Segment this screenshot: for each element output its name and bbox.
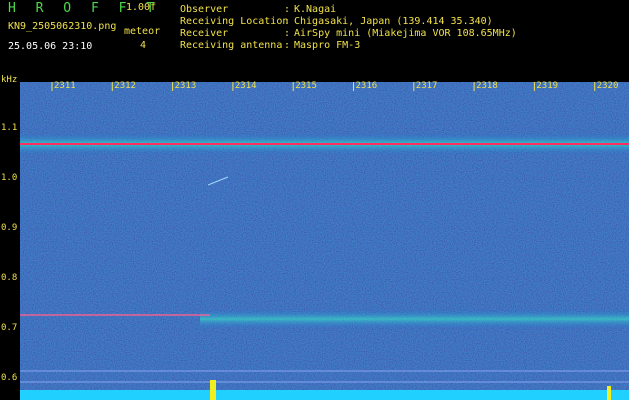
datetime-label: 25.05.06 23:10: [8, 41, 93, 52]
location-colon: :: [284, 16, 291, 27]
x-tick-label: 2320: [596, 81, 619, 91]
x-tick-label: 2315: [295, 81, 317, 91]
x-tick-label: 2318: [476, 81, 498, 91]
antenna-key: Receiving antenna: [180, 40, 283, 51]
location-value: Chigasaki, Japan (139.414 35.340): [294, 16, 493, 27]
receiver-key: Receiver: [180, 28, 229, 39]
noise-texture: [20, 82, 629, 400]
x-tick-label: 2319: [536, 81, 559, 91]
receiver-value: AirSpy mini (Miakejima VOR 108.65MHz): [294, 28, 517, 39]
x-tick-label: 2311: [54, 81, 76, 91]
antenna-value: Maspro FM-3: [294, 40, 361, 51]
spectrogram-plot: [20, 82, 629, 400]
y-axis-unit: kHz: [1, 75, 18, 85]
version-label: 1.00f: [126, 2, 157, 13]
y-tick-label: 0.9: [1, 223, 18, 233]
file-name: KN9_2505062310.png: [8, 21, 117, 32]
meteor-marker: [210, 380, 216, 400]
meteor-marker-2: [607, 386, 611, 400]
y-tick-label: 0.8: [1, 273, 18, 283]
carrier-glow-lower: [200, 309, 629, 329]
observer-value: K.Nagai: [294, 4, 337, 15]
y-tick-label: 1.1: [1, 123, 18, 133]
receiver-colon: :: [284, 28, 291, 39]
y-tick-label: 0.6: [1, 373, 18, 383]
meteor-label: meteor: [124, 26, 161, 37]
x-tick-label: 2314: [234, 81, 257, 91]
x-tick-label: 2312: [114, 81, 136, 91]
observer-key: Observer: [180, 4, 229, 15]
x-tick-label: 2313: [174, 81, 197, 91]
header-panel: H R O F F T 1.00f KN9_2505062310.png met…: [0, 0, 629, 77]
y-tick-label: 1.0: [1, 173, 18, 183]
antenna-colon: :: [284, 40, 291, 51]
meteor-count: 4: [140, 40, 147, 51]
x-tick-label: 2316: [355, 81, 378, 91]
location-key: Receiving Location: [180, 16, 289, 27]
signal-baseline: [20, 390, 629, 400]
y-tick-label: 0.7: [1, 323, 18, 333]
observer-colon: :: [284, 4, 291, 15]
x-tick-label: 2317: [415, 81, 438, 91]
